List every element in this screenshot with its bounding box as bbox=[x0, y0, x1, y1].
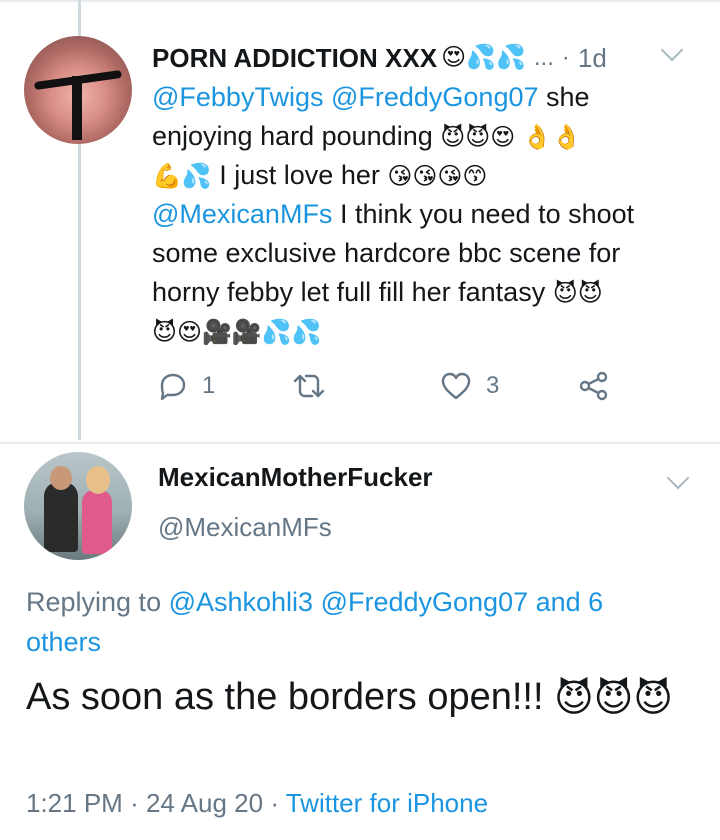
emoji-run: 😈😈😍 👌👌 bbox=[440, 123, 582, 151]
retweet-button[interactable] bbox=[292, 366, 340, 406]
text-run: I just love her bbox=[211, 160, 388, 190]
emoji-run: 💪💦 bbox=[152, 162, 212, 190]
tweet-line: 💪💦 I just love her 😘😘😘😙 bbox=[152, 156, 682, 195]
like-count: 3 bbox=[486, 372, 500, 399]
tweet-line: @FebbyTwigs @FreddyGong07 she bbox=[152, 78, 682, 117]
tweet-time[interactable]: 1:21 PM bbox=[26, 788, 123, 818]
tweet-line: horny febby let full fill her fantasy 😈😈 bbox=[152, 273, 682, 312]
top-border bbox=[0, 0, 720, 2]
display-name[interactable]: PORN ADDICTION XXX bbox=[152, 43, 437, 74]
tweet-line: 😈😍🎥🎥💦💦 bbox=[152, 312, 682, 351]
tweet-time[interactable]: 1d bbox=[578, 43, 607, 74]
avatar-detail bbox=[50, 466, 72, 490]
separator-dot: · bbox=[270, 788, 286, 818]
reply-icon bbox=[160, 373, 186, 401]
tweet-line: some exclusive hardcore bbc scene for bbox=[152, 234, 682, 273]
like-button[interactable]: 3 bbox=[440, 366, 499, 406]
avatar-detail bbox=[44, 482, 78, 552]
display-name[interactable]: MexicanMotherFucker bbox=[158, 462, 433, 493]
avatar-detail bbox=[86, 466, 110, 494]
tweet-text: As soon as the borders open!!! 😈😈😈 bbox=[26, 670, 706, 724]
heart-icon bbox=[441, 372, 471, 400]
text-run: enjoying hard pounding bbox=[152, 121, 441, 151]
tweet-metadata: 1:21 PM · 24 Aug 20 · Twitter for iPhone bbox=[26, 788, 488, 819]
share-button[interactable] bbox=[578, 366, 610, 406]
text-run: horny febby let full fill her fantasy bbox=[152, 277, 553, 307]
separator-dot: · bbox=[130, 788, 146, 818]
name-emojis: 😍💦💦 bbox=[441, 44, 526, 71]
text-run: As soon as the borders open!!! bbox=[26, 676, 555, 718]
tweet-source-link[interactable]: Twitter for iPhone bbox=[286, 788, 488, 818]
emoji-run: 😈😈 bbox=[552, 279, 603, 307]
chevron-down-icon[interactable] bbox=[666, 466, 690, 490]
avatar[interactable] bbox=[24, 452, 132, 560]
mention-link[interactable]: @FebbyTwigs @FreddyGong07 bbox=[152, 82, 539, 112]
reply-button[interactable]: 1 bbox=[158, 366, 215, 406]
name-truncation: ... bbox=[533, 44, 554, 71]
replying-to: Replying to @Ashkohli3 @FreddyGong07 and… bbox=[26, 582, 666, 662]
emoji-run: 😘😘😘😙 bbox=[387, 162, 488, 190]
text-run: I think you need to shoot bbox=[332, 199, 635, 229]
text-run: some exclusive hardcore bbc scene for bbox=[152, 238, 621, 268]
mention-link[interactable]: @MexicanMFs bbox=[152, 199, 332, 229]
share-icon bbox=[579, 371, 608, 401]
reply-count: 1 bbox=[202, 372, 216, 399]
replying-prefix: Replying to bbox=[26, 587, 169, 617]
emoji-run: 😈😈😈 bbox=[554, 677, 673, 720]
divider bbox=[0, 442, 720, 444]
avatar-detail bbox=[82, 490, 112, 554]
emoji-run: 😈😍🎥🎥💦💦 bbox=[152, 318, 322, 346]
separator-dot: · bbox=[561, 44, 570, 71]
text-run: she bbox=[538, 82, 590, 112]
avatar-detail bbox=[72, 76, 82, 140]
tweet-text: @FebbyTwigs @FreddyGong07 she enjoying h… bbox=[152, 78, 682, 351]
avatar[interactable] bbox=[24, 36, 132, 144]
tweet-line: @MexicanMFs I think you need to shoot bbox=[152, 195, 682, 234]
tweet-line: enjoying hard pounding 😈😈😍 👌👌 bbox=[152, 117, 682, 156]
chevron-down-icon[interactable] bbox=[660, 38, 684, 62]
user-handle[interactable]: @MexicanMFs bbox=[158, 512, 332, 543]
tweet-actions: 1 3 bbox=[152, 366, 622, 406]
tweet-date[interactable]: 24 Aug 20 bbox=[146, 788, 263, 818]
retweet-icon bbox=[293, 374, 325, 398]
tweet-header: PORN ADDICTION XXX 😍💦💦 ... · 1d bbox=[152, 38, 607, 78]
